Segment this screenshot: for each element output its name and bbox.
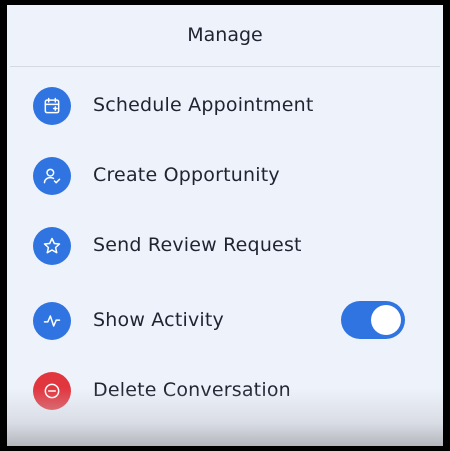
menu-item-label: Delete Conversation [93,379,291,401]
menu-item-delete-conversation[interactable]: Delete Conversation [7,362,443,422]
manage-sheet: Manage Schedule Appointment Create Oppor… [7,5,443,446]
menu-item-show-activity[interactable]: Show Activity [7,292,443,352]
user-check-icon [33,157,71,195]
calendar-plus-icon [33,87,71,125]
menu-item-create-opportunity[interactable]: Create Opportunity [7,147,443,207]
menu-item-send-review-request[interactable]: Send Review Request [7,217,443,277]
sheet-title: Manage [187,24,263,46]
menu-item-label: Send Review Request [93,234,302,256]
toggle-knob [371,305,401,335]
star-icon [33,227,71,265]
menu-item-label: Create Opportunity [93,164,280,186]
menu-item-label: Schedule Appointment [93,94,314,116]
menu-item-schedule-appointment[interactable]: Schedule Appointment [7,77,443,137]
show-activity-toggle[interactable] [341,301,405,339]
minus-circle-icon [33,372,71,410]
divider [10,66,440,67]
activity-icon [33,302,71,340]
menu-item-label: Show Activity [93,309,224,331]
